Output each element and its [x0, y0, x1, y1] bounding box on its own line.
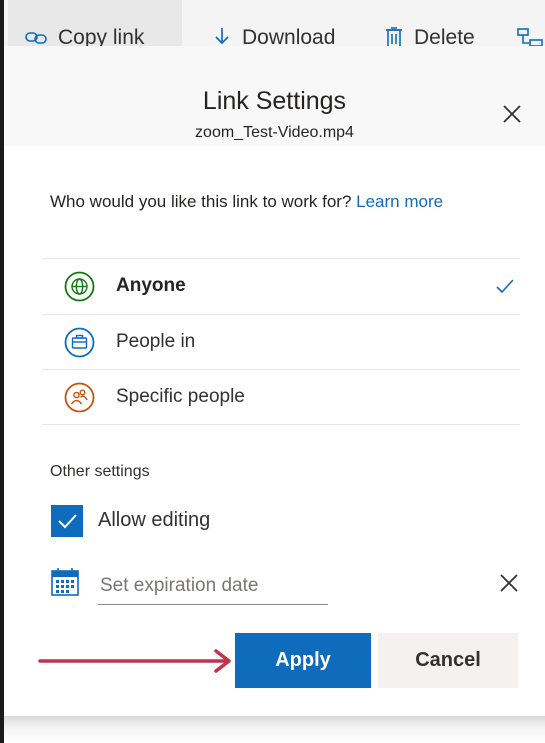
learn-more-link[interactable]: Learn more [356, 192, 443, 211]
checkmark-icon [494, 275, 516, 297]
window-shadow [4, 716, 545, 743]
close-icon[interactable] [499, 101, 525, 127]
option-people-in-label: People in [116, 331, 196, 352]
other-settings-heading: Other settings [50, 463, 150, 480]
option-people-in[interactable]: People in [42, 314, 520, 369]
people-icon [64, 382, 95, 413]
briefcase-icon [64, 327, 95, 358]
apply-button[interactable]: Apply [235, 633, 371, 688]
question-text: Who would you like this link to work for… [50, 192, 352, 211]
expiration-date-input[interactable] [98, 568, 328, 605]
allow-editing-label[interactable]: Allow editing [98, 509, 210, 532]
calendar-icon[interactable] [50, 567, 80, 597]
option-specific-people-label: Specific people [116, 386, 245, 407]
globe-icon [64, 271, 95, 302]
clear-date-icon[interactable] [497, 571, 521, 595]
option-specific-people[interactable]: Specific people [42, 369, 520, 425]
audience-question: Who would you like this link to work for… [50, 187, 490, 216]
option-anyone-label: Anyone [116, 275, 186, 296]
panel-title: Link Settings [202, 87, 347, 115]
option-anyone[interactable]: Anyone [42, 258, 520, 313]
allow-editing-checkbox[interactable] [51, 505, 83, 537]
file-name: zoom_Test-Video.mp4 [195, 124, 354, 141]
annotation-arrow [38, 649, 233, 673]
cancel-button[interactable]: Cancel [378, 633, 518, 688]
